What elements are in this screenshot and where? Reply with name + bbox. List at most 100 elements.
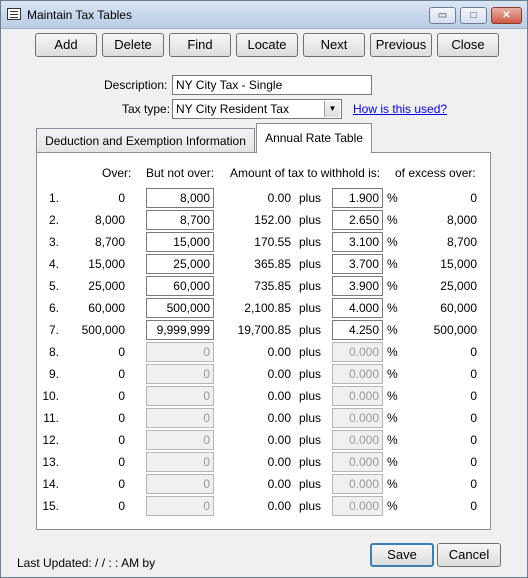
rate-field[interactable]: 1.900: [332, 188, 383, 208]
but-not-over-field[interactable]: 0: [146, 496, 214, 516]
table-row: 1. 0 8,000 0.00 plus 1.900% 0: [37, 188, 492, 210]
percent-label: %: [387, 367, 398, 381]
locate-button[interactable]: Locate: [236, 33, 298, 57]
rate-field[interactable]: 3.700: [332, 254, 383, 274]
find-button[interactable]: Find: [169, 33, 231, 57]
previous-button[interactable]: Previous: [370, 33, 432, 57]
rate-field[interactable]: 0.000: [332, 452, 383, 472]
percent-label: %: [387, 411, 398, 425]
row-number: 11.: [43, 411, 59, 425]
excess-over-value: 15,000: [440, 257, 477, 271]
but-not-over-field[interactable]: 9,999,999: [146, 320, 214, 340]
over-value: 8,000: [94, 213, 125, 227]
rate-field[interactable]: 0.000: [332, 364, 383, 384]
percent-label: %: [387, 345, 398, 359]
plus-label: plus: [299, 213, 322, 227]
percent-label: %: [387, 257, 398, 271]
minimize-button[interactable]: ▭: [429, 7, 456, 24]
plus-label: plus: [299, 323, 322, 337]
but-not-over-field[interactable]: 60,000: [146, 276, 214, 296]
table-row: 6. 60,000 500,000 2,100.85 plus 4.000% 60,000: [37, 298, 492, 320]
annual-rate-table-panel: Over: But not over: Amount of tax to wit…: [36, 152, 491, 530]
window-title: Maintain Tax Tables: [27, 8, 132, 22]
excess-over-value: 25,000: [440, 279, 477, 293]
tax-amount-value: 735.85: [254, 279, 291, 293]
but-not-over-field[interactable]: 8,700: [146, 210, 214, 230]
over-value: 0: [118, 411, 125, 425]
add-button[interactable]: Add: [35, 33, 97, 57]
row-number: 4.: [48, 257, 59, 271]
header-over: Over:: [102, 166, 132, 180]
delete-button[interactable]: Delete: [102, 33, 164, 57]
description-label: Description:: [104, 78, 168, 92]
but-not-over-field[interactable]: 15,000: [146, 232, 214, 252]
excess-over-value: 500,000: [433, 323, 477, 337]
but-not-over-field[interactable]: 0: [146, 452, 214, 472]
plus-label: plus: [299, 345, 322, 359]
close-window-button[interactable]: ✕: [491, 7, 522, 24]
tax-type-select[interactable]: NY City Resident Tax ▼: [172, 99, 342, 119]
rate-field[interactable]: 0.000: [332, 342, 383, 362]
percent-label: %: [387, 455, 398, 469]
tab-annual-rate-table[interactable]: Annual Rate Table: [256, 123, 372, 153]
description-field[interactable]: NY City Tax - Single: [172, 75, 372, 95]
excess-over-value: 0: [470, 411, 477, 425]
close-button[interactable]: Close: [437, 33, 499, 57]
cancel-button[interactable]: Cancel: [437, 543, 501, 567]
how-is-this-used-link[interactable]: How is this used?: [353, 102, 447, 116]
rate-field[interactable]: 0.000: [332, 430, 383, 450]
but-not-over-field[interactable]: 0: [146, 408, 214, 428]
over-value: 0: [118, 345, 125, 359]
maximize-button[interactable]: □: [460, 7, 487, 24]
but-not-over-field[interactable]: 0: [146, 364, 214, 384]
excess-over-value: 0: [470, 433, 477, 447]
rate-field[interactable]: 3.100: [332, 232, 383, 252]
next-button[interactable]: Next: [303, 33, 365, 57]
row-number: 2.: [48, 213, 59, 227]
tax-type-label: Tax type:: [122, 102, 171, 116]
over-value: 0: [118, 499, 125, 513]
over-value: 15,000: [88, 257, 125, 271]
rate-field[interactable]: 0.000: [332, 408, 383, 428]
but-not-over-field[interactable]: 0: [146, 474, 214, 494]
over-value: 0: [118, 367, 125, 381]
row-number: 3.: [48, 235, 59, 249]
over-value: 0: [118, 455, 125, 469]
excess-over-value: 8,700: [446, 235, 477, 249]
percent-label: %: [387, 499, 398, 513]
percent-label: %: [387, 389, 398, 403]
tax-amount-value: 365.85: [254, 257, 291, 271]
tab-deduction-exemption[interactable]: Deduction and Exemption Information: [36, 128, 255, 154]
save-button[interactable]: Save: [370, 543, 434, 567]
rate-field[interactable]: 4.000: [332, 298, 383, 318]
excess-over-value: 0: [470, 499, 477, 513]
table-row: 9. 0 0 0.00 plus 0.000% 0: [37, 364, 492, 386]
tax-amount-value: 170.55: [254, 235, 291, 249]
rate-field[interactable]: 2.650: [332, 210, 383, 230]
but-not-over-field[interactable]: 8,000: [146, 188, 214, 208]
row-number: 14.: [42, 477, 59, 491]
but-not-over-field[interactable]: 0: [146, 430, 214, 450]
tax-amount-value: 0.00: [267, 455, 291, 469]
but-not-over-field[interactable]: 500,000: [146, 298, 214, 318]
table-row: 5. 25,000 60,000 735.85 plus 3.900% 25,000: [37, 276, 492, 298]
but-not-over-field[interactable]: 0: [146, 386, 214, 406]
percent-label: %: [387, 301, 398, 315]
percent-label: %: [387, 433, 398, 447]
excess-over-value: 0: [470, 389, 477, 403]
plus-label: plus: [299, 389, 322, 403]
rate-field[interactable]: 0.000: [332, 386, 383, 406]
rate-field[interactable]: 4.250: [332, 320, 383, 340]
tax-amount-value: 0.00: [267, 389, 291, 403]
tax-amount-value: 152.00: [254, 213, 291, 227]
rate-field[interactable]: 0.000: [332, 496, 383, 516]
table-row: 12. 0 0 0.00 plus 0.000% 0: [37, 430, 492, 452]
row-number: 9.: [48, 367, 59, 381]
but-not-over-field[interactable]: 0: [146, 342, 214, 362]
but-not-over-field[interactable]: 25,000: [146, 254, 214, 274]
rate-field[interactable]: 3.900: [332, 276, 383, 296]
rate-field[interactable]: 0.000: [332, 474, 383, 494]
chevron-down-icon[interactable]: ▼: [324, 101, 340, 117]
tax-amount-value: 0.00: [267, 367, 291, 381]
plus-label: plus: [299, 411, 322, 425]
